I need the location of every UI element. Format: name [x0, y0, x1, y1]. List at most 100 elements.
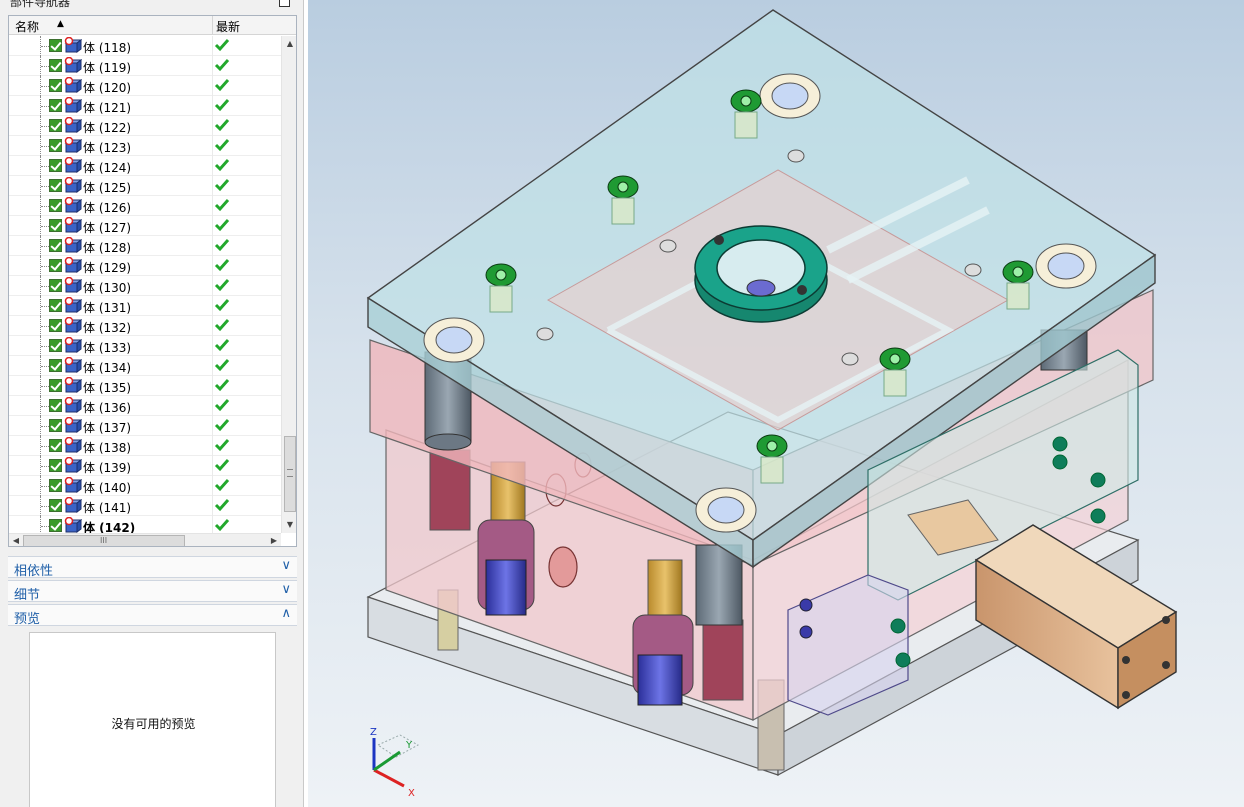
- visibility-checkbox[interactable]: [49, 139, 62, 152]
- column-divider: [212, 136, 213, 156]
- visibility-checkbox[interactable]: [49, 279, 62, 292]
- plate-hole: [964, 263, 982, 277]
- up-to-date-check-icon: [214, 418, 230, 432]
- tree-row[interactable]: 体 (127): [9, 216, 281, 236]
- up-to-date-check-icon: [214, 518, 230, 532]
- body-icon: [64, 216, 83, 234]
- visibility-checkbox[interactable]: [49, 459, 62, 472]
- visibility-checkbox[interactable]: [49, 479, 62, 492]
- screw-head: [485, 263, 517, 313]
- chevron-down-icon[interactable]: ∨: [281, 558, 291, 573]
- hydraulic-cylinder[interactable]: [974, 524, 1178, 710]
- column-divider: [212, 296, 213, 316]
- section-preview[interactable]: 预览 ∧: [8, 604, 297, 627]
- horizontal-scroll-thumb[interactable]: III: [23, 535, 185, 546]
- tree-row[interactable]: 体 (141): [9, 496, 281, 516]
- tree-row[interactable]: 体 (135): [9, 376, 281, 396]
- tree-row-label: 体 (135): [83, 381, 132, 395]
- tree-row[interactable]: 体 (122): [9, 116, 281, 136]
- tree-row[interactable]: 体 (136): [9, 396, 281, 416]
- scroll-up-icon[interactable]: ▲: [282, 36, 296, 52]
- tree-row[interactable]: 体 (138): [9, 436, 281, 456]
- tree-connector: [41, 86, 49, 87]
- up-to-date-check-icon: [214, 58, 230, 72]
- tree-row[interactable]: 体 (140): [9, 476, 281, 496]
- visibility-checkbox[interactable]: [49, 299, 62, 312]
- locating-ring[interactable]: [694, 225, 828, 323]
- horizontal-scrollbar[interactable]: ◀ III ▶: [9, 533, 281, 546]
- tree-row-label: 体 (120): [83, 81, 132, 95]
- tree-row[interactable]: 体 (128): [9, 236, 281, 256]
- triad-x-label: X: [408, 788, 415, 799]
- panel-close-button[interactable]: [279, 0, 290, 7]
- tree-row[interactable]: 体 (132): [9, 316, 281, 336]
- visibility-checkbox[interactable]: [49, 59, 62, 72]
- visibility-checkbox[interactable]: [49, 259, 62, 272]
- tree-row[interactable]: 体 (129): [9, 256, 281, 276]
- visibility-checkbox[interactable]: [49, 339, 62, 352]
- tree-row-label: 体 (122): [83, 121, 132, 135]
- visibility-checkbox[interactable]: [49, 79, 62, 92]
- tree-row[interactable]: 体 (130): [9, 276, 281, 296]
- tree-row[interactable]: 体 (120): [9, 76, 281, 96]
- tree-connector: [41, 486, 49, 487]
- mold-assembly-model[interactable]: Z X Y: [308, 0, 1244, 807]
- tree-connector: [41, 386, 49, 387]
- visibility-checkbox[interactable]: [49, 359, 62, 372]
- tree-row[interactable]: 体 (126): [9, 196, 281, 216]
- tree-row[interactable]: 体 (118): [9, 36, 281, 56]
- sort-ascending-icon: ▲: [57, 19, 64, 29]
- column-divider: [212, 36, 213, 56]
- tree-row[interactable]: 体 (139): [9, 456, 281, 476]
- tree-row[interactable]: 体 (125): [9, 176, 281, 196]
- visibility-checkbox[interactable]: [49, 239, 62, 252]
- visibility-checkbox[interactable]: [49, 499, 62, 512]
- vertical-scrollbar[interactable]: ▲ ▼: [281, 36, 296, 533]
- visibility-checkbox[interactable]: [49, 419, 62, 432]
- visibility-checkbox[interactable]: [49, 179, 62, 192]
- scroll-down-icon[interactable]: ▼: [282, 517, 296, 533]
- section-dependencies[interactable]: 相依性 ∨: [8, 556, 297, 579]
- tree-row-label: 体 (136): [83, 401, 132, 415]
- tree-row[interactable]: 体 (119): [9, 56, 281, 76]
- chevron-down-icon[interactable]: ∨: [281, 582, 291, 597]
- graphics-viewport[interactable]: Z X Y: [308, 0, 1244, 807]
- chevron-up-icon[interactable]: ∧: [281, 606, 291, 621]
- tree-row[interactable]: 体 (124): [9, 156, 281, 176]
- column-divider: [212, 256, 213, 276]
- visibility-checkbox[interactable]: [49, 119, 62, 132]
- column-divider[interactable]: [212, 16, 213, 35]
- scroll-right-icon[interactable]: ▶: [267, 534, 281, 546]
- tree-row[interactable]: 体 (121): [9, 96, 281, 116]
- up-to-date-check-icon: [214, 358, 230, 372]
- visibility-checkbox[interactable]: [49, 99, 62, 112]
- visibility-checkbox[interactable]: [49, 199, 62, 212]
- visibility-checkbox[interactable]: [49, 439, 62, 452]
- visibility-checkbox[interactable]: [49, 519, 62, 532]
- column-header-latest[interactable]: 最新: [216, 18, 240, 35]
- bushing-ring: [759, 73, 821, 119]
- column-header-name[interactable]: 名称: [15, 18, 39, 35]
- vertical-scroll-thumb[interactable]: [284, 436, 296, 512]
- column-divider: [212, 156, 213, 176]
- visibility-checkbox[interactable]: [49, 219, 62, 232]
- water-hole: [548, 546, 578, 588]
- plate-hole: [787, 149, 805, 163]
- tree-connector: [41, 426, 49, 427]
- tree-row[interactable]: 体 (131): [9, 296, 281, 316]
- visibility-checkbox[interactable]: [49, 399, 62, 412]
- section-details[interactable]: 细节 ∨: [8, 580, 297, 603]
- bushing-ring: [695, 487, 757, 533]
- visibility-checkbox[interactable]: [49, 319, 62, 332]
- tree-row[interactable]: 体 (134): [9, 356, 281, 376]
- visibility-checkbox[interactable]: [49, 39, 62, 52]
- tree-row[interactable]: 体 (133): [9, 336, 281, 356]
- tree-row[interactable]: 体 (137): [9, 416, 281, 436]
- tree-row[interactable]: 体 (123): [9, 136, 281, 156]
- scroll-left-icon[interactable]: ◀: [9, 534, 23, 546]
- visibility-checkbox[interactable]: [49, 159, 62, 172]
- visibility-checkbox[interactable]: [49, 379, 62, 392]
- tree-rows: 体 (118) 体 (119) 体 (120) 体 (121) 体 (122) 体 (12…: [9, 36, 281, 536]
- tree-connector: [41, 446, 49, 447]
- tree-row-label: 体 (125): [83, 181, 132, 195]
